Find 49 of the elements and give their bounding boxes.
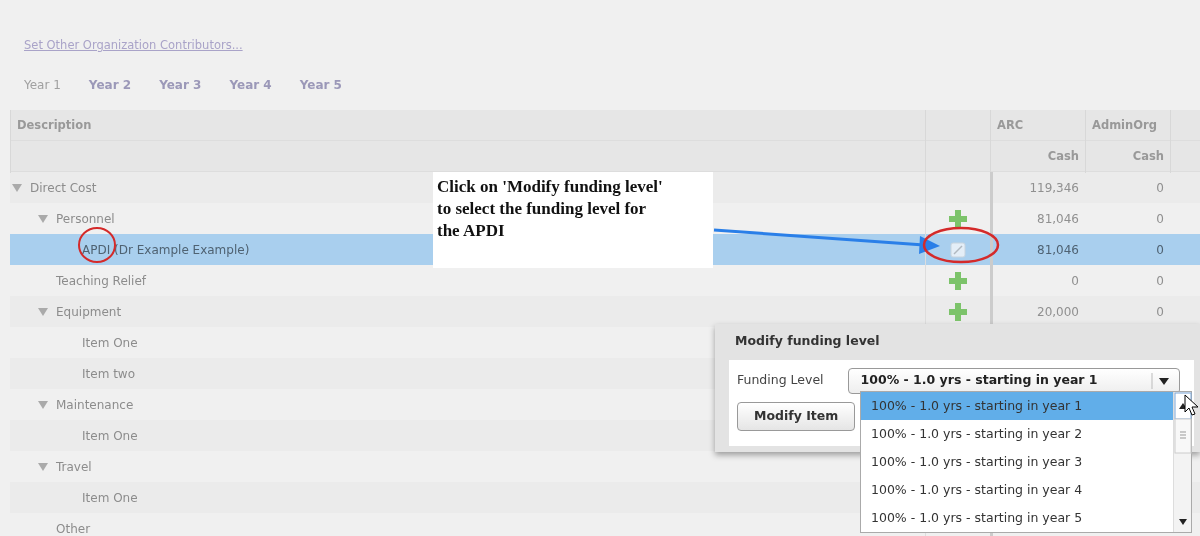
modify-item-button[interactable]: Modify Item [737,401,856,431]
table-cell: 0 [1156,211,1164,226]
table-cell-text: 81,046 [1037,210,1080,228]
table-cell-text: 81,046 [1037,241,1080,259]
table-cell-text: 0 [1071,272,1080,290]
dropdown-menu[interactable]: 100% - 1.0 yrs - starting in year 1 100% - 1.0 yrs - starting in year 2 100% - 1.0 yrs - starting in year 3 100% - 1.0 yrs - starting in year 4 100% - 1.0 yrs - starting in year 5 [860,391,1192,533]
row-label[interactable]: Item One [82,488,138,507]
row-label[interactable]: Item two [82,364,135,383]
table-cell: 0 [1156,304,1164,319]
row-label[interactable]: Travel [56,457,92,476]
year-tab[interactable]: Year 5 [285,76,356,95]
funding-level-select[interactable]: 100% - 1.0 yrs - starting in year 1 [847,367,1180,394]
caret-icon[interactable] [38,307,48,316]
instruction-tooltip: Click on 'Modify funding level' to select the funding level for the APDI [433,172,713,268]
table-cell: 0 [1156,273,1164,288]
row-label[interactable]: Item One [82,426,138,445]
organization-contributors-link[interactable]: Set Other Organization Contributors... [24,37,243,55]
table-cell: 0 [1156,242,1164,257]
dropdown-option[interactable]: 100% - 1.0 yrs - starting in year 5 [861,504,1173,532]
scrollbar[interactable] [1173,392,1191,532]
row-label[interactable]: Teaching Relief [56,271,147,290]
dropdown-option[interactable]: 100% - 1.0 yrs - starting in year 1 [861,392,1173,420]
row-label[interactable]: Direct Cost [30,178,97,197]
year-tab[interactable]: Year 2 [74,76,146,95]
row-label[interactable]: Personnel [56,209,115,228]
dropdown-option[interactable]: 100% - 1.0 yrs - starting in year 3 [861,448,1173,476]
dropdown-option[interactable]: 100% - 1.0 yrs - starting in year 4 [861,476,1173,504]
row-label[interactable]: Item One [82,333,138,352]
dialog-title: Modify funding level [735,332,881,350]
year-tab[interactable]: Year 3 [145,76,216,95]
dropdown-option[interactable]: 100% - 1.0 yrs - starting in year 2 [861,420,1173,448]
year-tab[interactable]: Year 4 [215,76,286,95]
edit-icon[interactable] [949,240,967,259]
row-label[interactable]: Equipment [56,302,122,321]
caret-icon[interactable] [12,183,22,192]
caret-icon[interactable] [38,400,48,409]
year-tab[interactable]: Year 1 [10,76,75,95]
plus-icon[interactable] [947,269,969,292]
highlight-ellipse [77,226,117,264]
row-label[interactable]: Maintenance [56,395,134,414]
caret-icon[interactable] [38,462,48,471]
table-cell: 0 [1156,180,1164,195]
plus-icon[interactable] [947,207,969,230]
table-cell-text: 119,346 [1029,179,1080,197]
row-label[interactable]: Other [56,519,91,536]
table-cell-text: 20,000 [1037,303,1080,321]
row-label[interactable]: APDI (Dr Example Example) [82,240,250,259]
caret-icon[interactable] [38,214,48,223]
field-label: Funding Level [737,371,824,390]
